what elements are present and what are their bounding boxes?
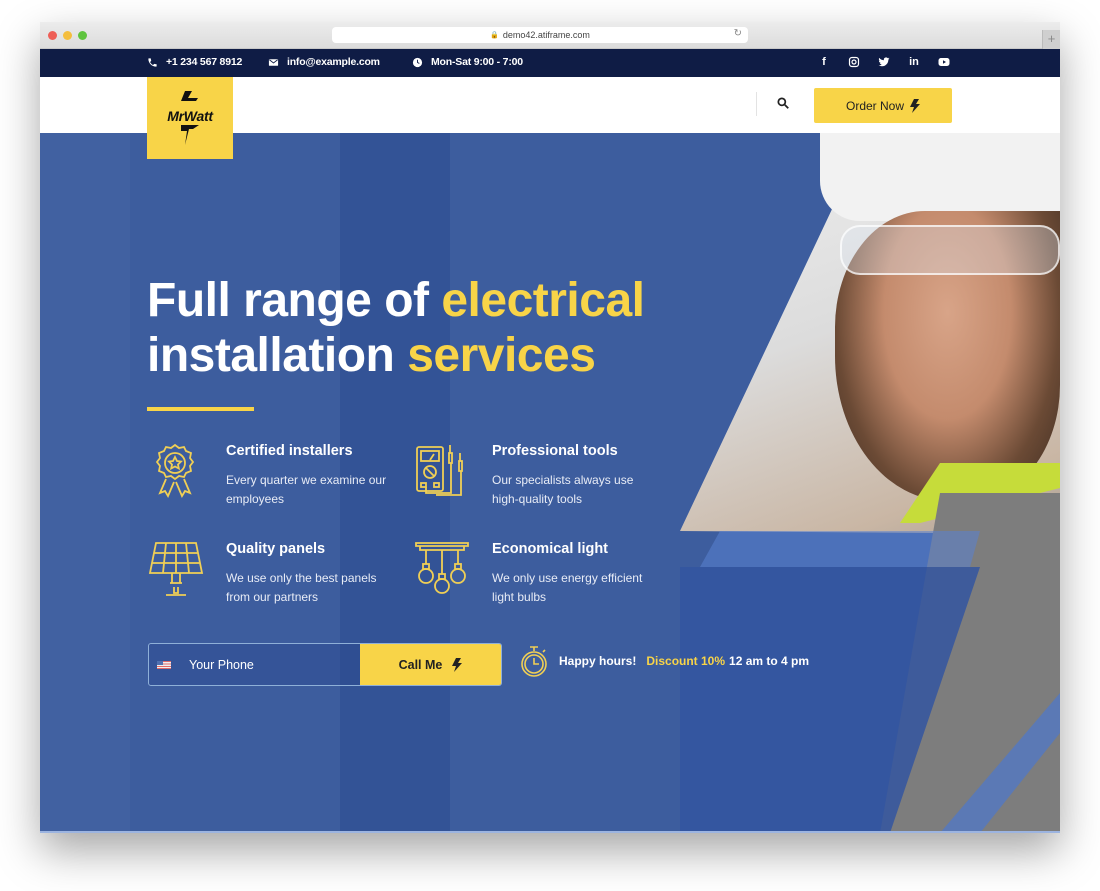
lock-icon: 🔒	[490, 32, 499, 39]
youtube-icon[interactable]	[938, 56, 950, 68]
hero-background-texture	[40, 133, 130, 833]
decorative-band	[700, 531, 980, 567]
lightning-icon	[452, 657, 463, 672]
logo-bolt-bottom-icon	[181, 125, 199, 145]
phone-number: +1 234 567 8912	[166, 56, 243, 68]
call-me-button[interactable]: Call Me	[360, 644, 501, 685]
nav-divider	[756, 92, 757, 116]
social-links: f in	[818, 56, 950, 68]
phone-input[interactable]: Your Phone	[149, 644, 360, 685]
linkedin-icon[interactable]: in	[908, 56, 920, 68]
happy-hours-label: Happy hours!	[559, 654, 637, 668]
feature-professional-tools: Professional tools Our specialists alway…	[414, 443, 664, 523]
lightning-icon	[910, 98, 920, 113]
topbar-hours: Mon-Sat 9:00 - 7:00	[412, 56, 523, 68]
headline-highlight: electrical	[441, 274, 645, 327]
logo-text: MrWatt	[167, 108, 213, 124]
feature-certified-installers: Certified installers Every quarter we ex…	[148, 443, 398, 523]
callback-form: Your Phone Call Me	[148, 643, 502, 686]
twitter-icon[interactable]	[878, 56, 890, 68]
browser-window: 🔒 demo42.atiframe.com ↻ + +1 234 567 891…	[40, 22, 1060, 833]
stopwatch-icon	[521, 646, 547, 677]
facebook-icon[interactable]: f	[818, 56, 830, 68]
call-me-label: Call Me	[398, 657, 443, 672]
happy-hours-time: 12 am to 4 pm	[729, 654, 810, 668]
window-controls	[48, 31, 87, 40]
email-address: info@example.com	[287, 56, 380, 68]
hero-bottom-border	[40, 831, 1060, 833]
hero-section: Full range of electrical installation se…	[40, 133, 1060, 833]
order-now-button[interactable]: Order Now	[814, 88, 952, 123]
site-logo[interactable]: MrWatt	[147, 77, 233, 159]
feature-title: Professional tools	[492, 443, 618, 459]
headline-part: installation	[147, 329, 408, 382]
feature-description: We use only the best panels from our par…	[226, 571, 377, 604]
us-flag-icon[interactable]	[157, 660, 171, 669]
feature-title: Economical light	[492, 541, 609, 557]
happy-hours-banner: Happy hours! Discount 10% 12 am to 4 pm	[519, 645, 809, 677]
new-tab-button[interactable]: +	[1042, 30, 1060, 49]
multimeter-icon	[416, 445, 463, 496]
safety-glasses-image	[840, 225, 1060, 275]
feature-quality-panels: Quality panels We use only the best pane…	[148, 541, 398, 621]
hard-hat-image	[820, 133, 1060, 221]
minimize-window-button[interactable]	[63, 31, 72, 40]
feature-description: Every quarter we examine our employees	[226, 473, 387, 506]
hero-headline: Full range of electrical installation se…	[147, 273, 645, 383]
topbar-email[interactable]: info@example.com	[268, 56, 380, 68]
logo-bolt-top-icon	[181, 91, 198, 101]
solar-panel-icon	[148, 542, 204, 596]
phone-icon	[148, 57, 157, 67]
feature-description: Our specialists always use high-quality …	[492, 473, 634, 506]
feature-title: Quality panels	[226, 541, 326, 557]
feature-description: We only use energy efficient light bulbs	[492, 571, 643, 604]
url-text: demo42.atiframe.com	[502, 30, 590, 40]
opening-hours: Mon-Sat 9:00 - 7:00	[431, 56, 523, 68]
feature-title: Certified installers	[226, 443, 353, 459]
headline-underline	[147, 407, 254, 411]
envelope-icon	[268, 58, 279, 66]
award-badge-icon	[155, 443, 195, 498]
light-bulbs-icon	[415, 542, 469, 594]
headline-highlight: services	[407, 329, 596, 382]
headline-part: Full range of	[147, 274, 442, 327]
instagram-icon[interactable]	[848, 56, 860, 68]
browser-chrome: 🔒 demo42.atiframe.com ↻ +	[40, 22, 1060, 49]
clock-icon	[412, 57, 423, 67]
feature-economical-light: Economical light We only use energy effi…	[414, 541, 664, 621]
maximize-window-button[interactable]	[78, 31, 87, 40]
order-now-label: Order Now	[845, 98, 904, 113]
top-info-bar: +1 234 567 8912 info@example.com Mon-Sat…	[40, 49, 1060, 77]
close-window-button[interactable]	[48, 31, 57, 40]
phone-placeholder: Your Phone	[189, 657, 254, 672]
address-bar[interactable]: 🔒 demo42.atiframe.com ↻	[332, 27, 748, 43]
discount-text: Discount 10%	[646, 654, 726, 668]
reload-icon[interactable]: ↻	[734, 28, 742, 39]
search-icon[interactable]	[776, 96, 790, 110]
topbar-phone[interactable]: +1 234 567 8912	[147, 56, 242, 68]
